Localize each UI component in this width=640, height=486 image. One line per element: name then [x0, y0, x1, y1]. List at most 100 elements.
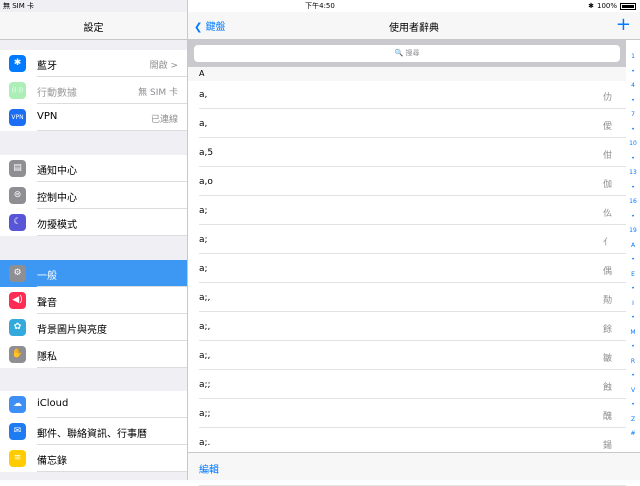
phrase-text: 偶: [602, 267, 612, 277]
detail-title: 使用者辭典: [389, 23, 439, 34]
settings-row[interactable]: ✉ 郵件、聯絡資訊、行事曆: [0, 418, 187, 445]
settings-master-pane: 設定 ✱ 藍牙 開啟 > ((·)) 行動數據 無 SIM 卡 VPN VPN 已連線 ▤ 通知中心…: [0, 0, 187, 480]
index-item[interactable]: 10: [626, 137, 640, 152]
dictionary-row[interactable]: a; 亻: [188, 226, 626, 254]
shortcut-text: a;: [199, 264, 208, 274]
index-item[interactable]: •: [626, 340, 640, 355]
row-separator: [199, 282, 626, 283]
hand-icon: ✋: [9, 346, 26, 363]
index-item[interactable]: 1: [626, 50, 640, 65]
phrase-text: 佄: [602, 151, 612, 161]
settings-row[interactable]: ☁ iCloud: [0, 391, 187, 418]
cloud-icon: ☁: [9, 396, 26, 413]
dictionary-row[interactable]: a;, 勣: [188, 284, 626, 312]
dictionary-row[interactable]: a, 仂: [188, 81, 626, 109]
settings-row-value: 已連線: [150, 115, 178, 125]
settings-row[interactable]: ✱ 藍牙 開啟 >: [0, 50, 187, 77]
row-separator: [199, 311, 626, 312]
dictionary-row[interactable]: a;, 皺: [188, 342, 626, 370]
settings-row-label: VPN: [37, 111, 58, 122]
split-divider: [187, 0, 188, 480]
index-item[interactable]: #: [626, 427, 640, 442]
index-item[interactable]: 13: [626, 166, 640, 181]
bluetooth-icon: ✱: [9, 55, 26, 72]
user-dictionary-pane: ❮ 鍵盤 使用者辭典 + 🔍 搜尋 A a, 仂 a, 僾 a,5 佄 a,o 伽 a; 仫 a; 亻…: [188, 0, 640, 486]
dictionary-row[interactable]: a; 仫: [188, 197, 626, 225]
shortcut-text: a;: [199, 206, 208, 216]
index-item[interactable]: I: [626, 297, 640, 312]
shortcut-text: a;;: [199, 409, 211, 419]
shortcut-text: a;,: [199, 293, 211, 303]
index-item[interactable]: •: [626, 311, 640, 326]
control-center-icon: ⊜: [9, 187, 26, 204]
index-item[interactable]: Z: [626, 413, 640, 428]
add-icon[interactable]: +: [616, 14, 631, 35]
detail-navbar: ❮ 鍵盤 使用者辭典 +: [188, 12, 640, 40]
dictionary-row[interactable]: a;, 餘: [188, 313, 626, 341]
phrase-text: 勣: [602, 296, 612, 306]
notes-icon: ≡: [9, 450, 26, 467]
settings-row[interactable]: ▤ 通知中心: [0, 155, 187, 182]
settings-row-label: 勿擾模式: [37, 220, 77, 231]
settings-row[interactable]: ✋ 隱私: [0, 341, 187, 368]
index-item[interactable]: •: [626, 253, 640, 268]
settings-row[interactable]: ≡ 備忘錄: [0, 445, 187, 472]
settings-row-label: 聲音: [37, 298, 57, 309]
row-separator: [37, 471, 187, 472]
settings-row[interactable]: ✿ 背景圖片與亮度: [0, 314, 187, 341]
dictionary-row[interactable]: a,o 伽: [188, 168, 626, 196]
dictionary-row[interactable]: a,5 佄: [188, 139, 626, 167]
index-item[interactable]: •: [626, 94, 640, 109]
index-item[interactable]: A: [626, 239, 640, 254]
dictionary-row[interactable]: a, 僾: [188, 110, 626, 138]
dictionary-row[interactable]: a;; 蝕: [188, 371, 626, 399]
index-item[interactable]: 4: [626, 79, 640, 94]
settings-row[interactable]: ☾ 勿擾模式: [0, 209, 187, 236]
index-item[interactable]: V: [626, 384, 640, 399]
shortcut-text: a,: [199, 90, 208, 100]
edit-button[interactable]: 編輯: [199, 461, 219, 476]
row-separator: [199, 253, 626, 254]
settings-row[interactable]: VPN VPN 已連線: [0, 104, 187, 131]
index-item[interactable]: R: [626, 355, 640, 370]
dictionary-row[interactable]: a;; 醜: [188, 400, 626, 428]
dictionary-row[interactable]: a; 偶: [188, 255, 626, 283]
index-item[interactable]: •: [626, 152, 640, 167]
row-separator: [37, 367, 187, 368]
row-separator: [199, 398, 626, 399]
settings-row[interactable]: ⚙ 一般: [0, 260, 187, 287]
settings-row[interactable]: ◀) 聲音: [0, 287, 187, 314]
index-item[interactable]: •: [626, 65, 640, 80]
index-item[interactable]: M: [626, 326, 640, 341]
vpn-icon: VPN: [9, 109, 26, 126]
settings-row[interactable]: ((·)) 行動數據 無 SIM 卡: [0, 77, 187, 104]
phrase-text: 仂: [602, 93, 612, 103]
notification-icon: ▤: [9, 160, 26, 177]
search-bar: 🔍 搜尋: [188, 40, 626, 67]
index-item[interactable]: •: [626, 210, 640, 225]
search-input[interactable]: 🔍 搜尋: [194, 45, 620, 62]
index-item[interactable]: 16: [626, 195, 640, 210]
section-index[interactable]: 1 • 4 • 7 • 10 • 13 • 16 • 19 A • E • I • M • R • V • Z #: [626, 50, 640, 442]
settings-row-value: 開啟 >: [149, 61, 178, 71]
index-item[interactable]: •: [626, 369, 640, 384]
shortcut-text: a;.: [199, 438, 211, 448]
status-bar: 無 SIM 卡 下午4:50 ✱ 100%: [0, 0, 640, 12]
index-item[interactable]: •: [626, 123, 640, 138]
settings-row[interactable]: ⊜ 控制中心: [0, 182, 187, 209]
index-item[interactable]: E: [626, 268, 640, 283]
battery-percent: 100%: [596, 2, 617, 10]
index-item[interactable]: •: [626, 181, 640, 196]
row-separator: [199, 340, 626, 341]
index-item[interactable]: •: [626, 282, 640, 297]
index-item[interactable]: 19: [626, 224, 640, 239]
index-item[interactable]: •: [626, 398, 640, 413]
phrase-text: 餘: [602, 325, 612, 335]
master-header: 設定: [0, 12, 187, 40]
index-item[interactable]: 7: [626, 108, 640, 123]
settings-row-value: 無 SIM 卡: [138, 88, 178, 98]
phrase-text: 仫: [602, 209, 612, 219]
bottom-toolbar: 編輯: [188, 452, 640, 480]
row-separator: [199, 166, 626, 167]
row-separator: [37, 130, 187, 131]
